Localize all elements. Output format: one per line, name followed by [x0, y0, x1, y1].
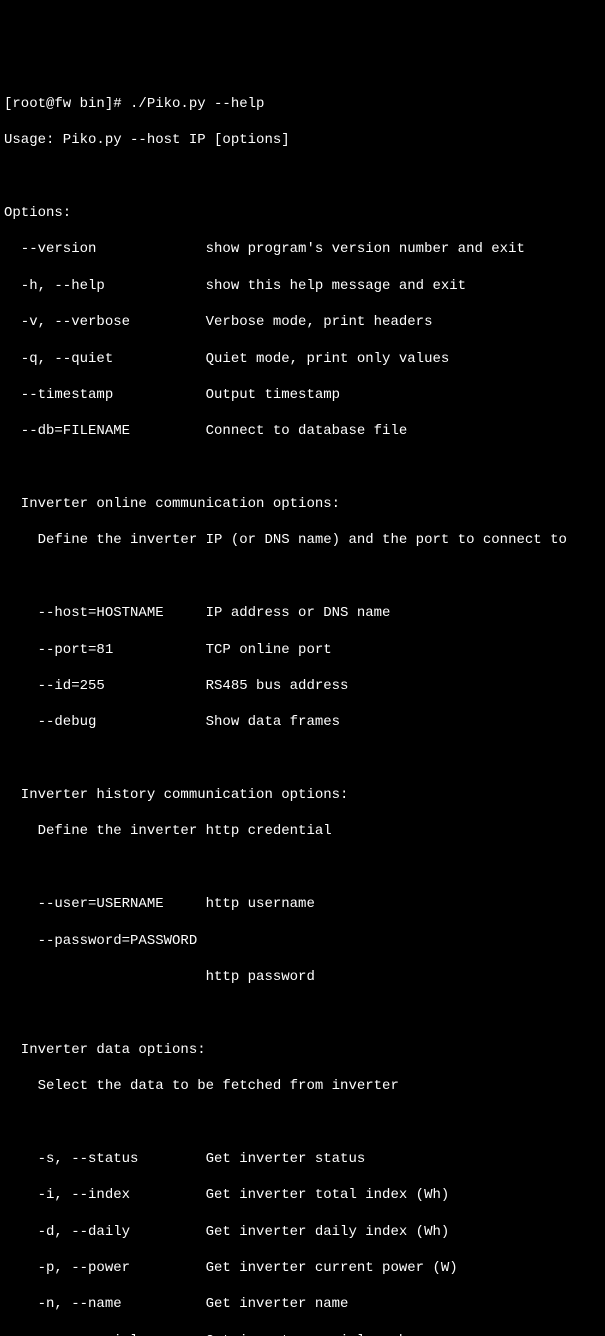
option-password: --password=PASSWORD [4, 932, 601, 950]
data-header: Inverter data options: [4, 1041, 601, 1059]
prompt-line: [root@fw bin]# ./Piko.py --help [4, 95, 601, 113]
option-user: --user=USERNAME http username [4, 895, 601, 913]
blank-line [4, 459, 601, 477]
option-power: -p, --power Get inverter current power (… [4, 1259, 601, 1277]
blank-line [4, 568, 601, 586]
option-verbose: -v, --verbose Verbose mode, print header… [4, 313, 601, 331]
history-header: Inverter history communication options: [4, 786, 601, 804]
online-header: Inverter online communication options: [4, 495, 601, 513]
terminal-output: [root@fw bin]# ./Piko.py --help Usage: P… [4, 77, 601, 1336]
option-quiet: -q, --quiet Quiet mode, print only value… [4, 350, 601, 368]
option-serial: -r, --serial Get inverter serial number [4, 1332, 601, 1336]
option-daily: -d, --daily Get inverter daily index (Wh… [4, 1223, 601, 1241]
option-name: -n, --name Get inverter name [4, 1295, 601, 1313]
option-version: --version show program's version number … [4, 240, 601, 258]
data-desc: Select the data to be fetched from inver… [4, 1077, 601, 1095]
online-desc: Define the inverter IP (or DNS name) and… [4, 531, 601, 549]
option-status: -s, --status Get inverter status [4, 1150, 601, 1168]
blank-line [4, 1004, 601, 1022]
option-timestamp: --timestamp Output timestamp [4, 386, 601, 404]
blank-line [4, 750, 601, 768]
option-help: -h, --help show this help message and ex… [4, 277, 601, 295]
option-port: --port=81 TCP online port [4, 641, 601, 659]
option-id: --id=255 RS485 bus address [4, 677, 601, 695]
options-header: Options: [4, 204, 601, 222]
option-db: --db=FILENAME Connect to database file [4, 422, 601, 440]
usage-line: Usage: Piko.py --host IP [options] [4, 131, 601, 149]
blank-line [4, 1113, 601, 1131]
option-index: -i, --index Get inverter total index (Wh… [4, 1186, 601, 1204]
option-debug: --debug Show data frames [4, 713, 601, 731]
blank-line [4, 859, 601, 877]
blank-line [4, 168, 601, 186]
history-desc: Define the inverter http credential [4, 822, 601, 840]
option-host: --host=HOSTNAME IP address or DNS name [4, 604, 601, 622]
option-password-desc: http password [4, 968, 601, 986]
